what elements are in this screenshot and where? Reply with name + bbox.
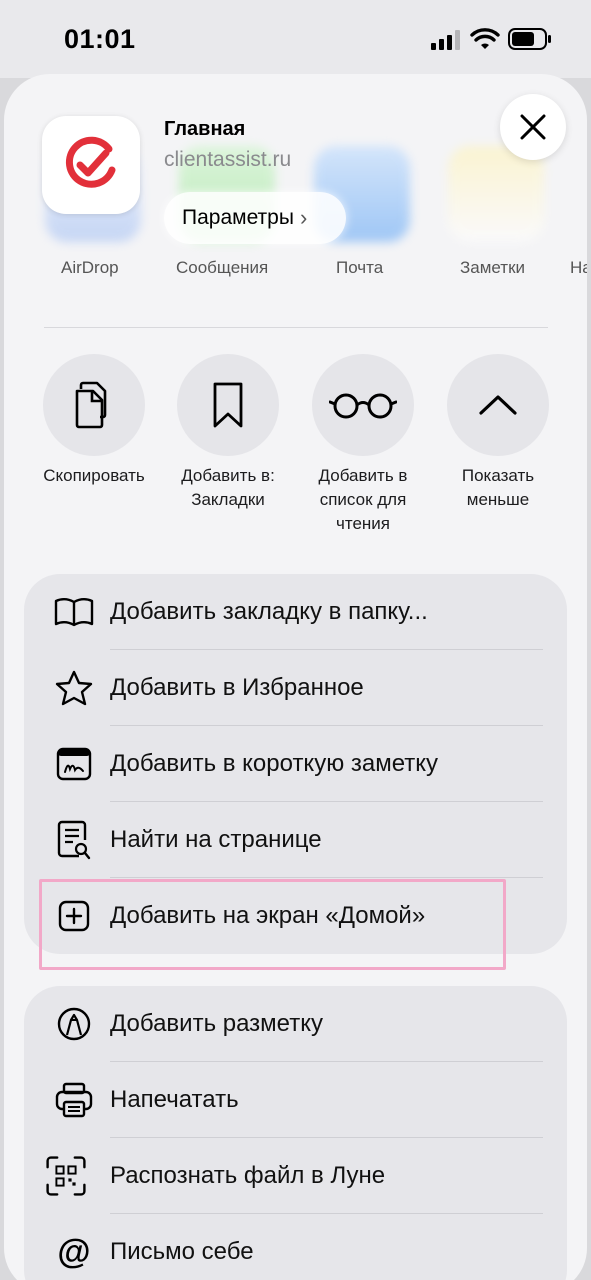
- star-icon: [54, 668, 94, 708]
- status-time: 01:01: [64, 24, 136, 54]
- menu-label: Добавить в короткую заметку: [110, 750, 439, 777]
- menu-email-self[interactable]: @ Письмо себе: [24, 1214, 567, 1280]
- menu-label: Распознать файл в Луне: [110, 1162, 386, 1189]
- menu-label: Напечатать: [110, 1086, 239, 1113]
- highlight-frame: [39, 879, 506, 970]
- menu-label: Добавить в Избранное: [110, 674, 364, 701]
- menu-label: Найти на странице: [110, 826, 322, 853]
- page-title: Главная: [164, 118, 246, 140]
- share-label-mail: Почта: [336, 258, 384, 277]
- menu-add-markup[interactable]: Добавить разметку: [24, 986, 567, 1062]
- share-label-messages: Сообщения: [176, 258, 269, 277]
- divider: [44, 327, 548, 328]
- menu-print[interactable]: Напечатать: [24, 1062, 567, 1138]
- notes-tile[interactable]: [448, 146, 544, 242]
- wifi-icon: [470, 28, 500, 49]
- menu-label: Письмо себе: [110, 1238, 254, 1265]
- menu-label: Добавить разметку: [110, 1010, 323, 1037]
- close-button[interactable]: [500, 94, 566, 160]
- parameters-label: Параметры: [182, 206, 294, 229]
- add-bookmark-label: Добавить в: Закладки: [181, 466, 275, 509]
- page-url: clientassist.ru: [164, 148, 292, 171]
- bookmark-icon: [213, 382, 243, 428]
- add-bookmark-action[interactable]: Добавить в: Закладки: [158, 354, 298, 512]
- show-less-action[interactable]: Показать меньше: [428, 354, 568, 512]
- chevron-up-icon: [479, 395, 517, 415]
- menu-add-favorites[interactable]: Добавить в Избранное: [24, 650, 567, 726]
- share-label-more: На: [570, 258, 587, 277]
- menu-label: Добавить закладку в папку...: [110, 598, 428, 625]
- at-sign-icon: @: [57, 1232, 91, 1271]
- signal-icon: [431, 30, 460, 50]
- menu-find-on-page[interactable]: Найти на странице: [24, 802, 567, 878]
- printer-icon: [54, 1080, 94, 1120]
- battery-icon: [508, 28, 551, 50]
- share-sheet: AirDrop Сообщения Почта Заметки На Главн…: [4, 74, 587, 1280]
- copy-action[interactable]: Скопировать: [24, 354, 164, 488]
- clientassist-logo-icon: [65, 136, 116, 188]
- parameters-button[interactable]: Параметры ›: [164, 192, 346, 244]
- reading-list-action[interactable]: Добавить в список для чтения: [293, 354, 433, 536]
- book-icon: [54, 592, 94, 632]
- qr-scan-icon: [46, 1156, 86, 1196]
- markup-pen-icon: [54, 1004, 94, 1044]
- menu-group-secondary: Добавить разметку Напечатать Распознать …: [24, 986, 567, 1280]
- find-document-icon: [54, 820, 94, 860]
- glasses-icon: [329, 393, 397, 419]
- quick-note-icon: [54, 744, 94, 784]
- share-label-notes: Заметки: [460, 258, 526, 277]
- share-label-airdrop: AirDrop: [61, 258, 119, 277]
- status-bar: 01:01: [0, 0, 591, 78]
- close-icon: [520, 114, 546, 140]
- menu-recognize-file[interactable]: Распознать файл в Луне: [24, 1138, 567, 1214]
- site-icon: [42, 116, 140, 214]
- menu-add-quick-note[interactable]: Добавить в короткую заметку: [24, 726, 567, 802]
- reading-list-label: Добавить в список для чтения: [318, 466, 408, 533]
- chevron-right-icon: ›: [299, 205, 308, 230]
- copy-icon: [75, 381, 107, 429]
- copy-label: Скопировать: [43, 466, 145, 485]
- menu-add-bookmark-folder[interactable]: Добавить закладку в папку...: [24, 574, 567, 650]
- show-less-label: Показать меньше: [461, 466, 535, 509]
